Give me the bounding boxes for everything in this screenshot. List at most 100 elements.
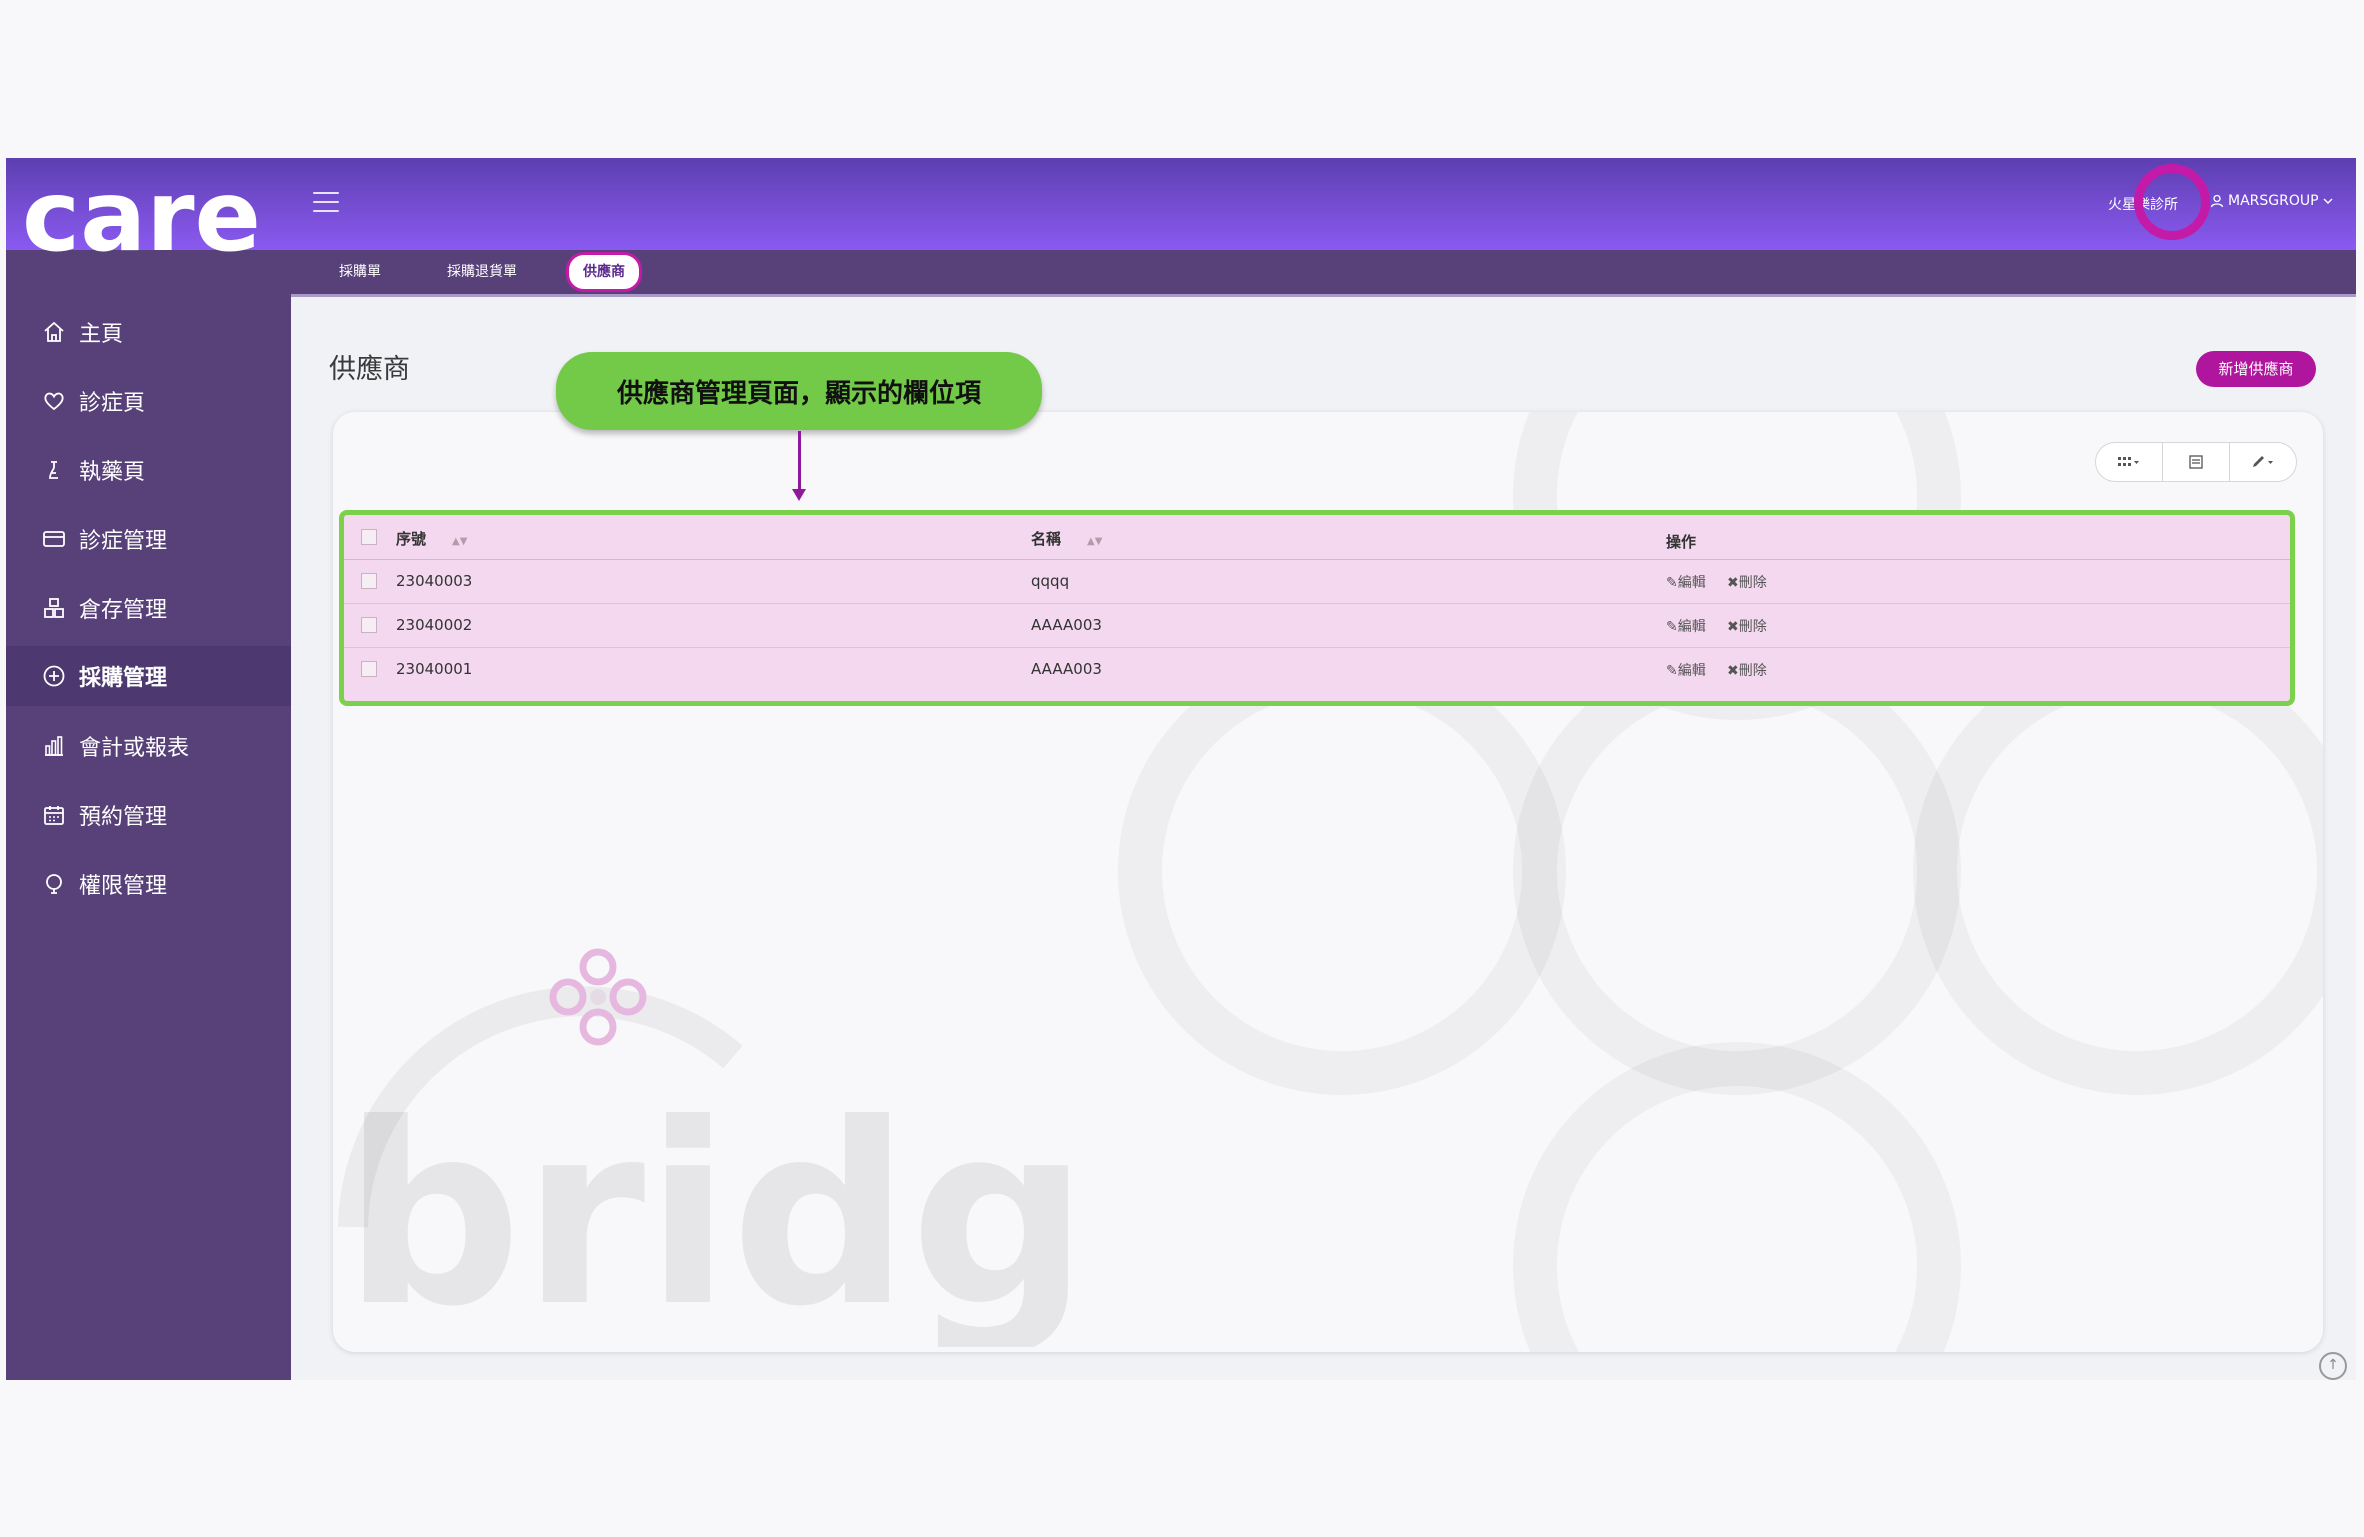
highlight-ring [2134,164,2210,240]
export-button[interactable] [2163,443,2230,481]
inventory-icon [41,595,67,621]
sidebar-item-label: 診症頁 [79,391,146,416]
heart-icon [41,388,67,414]
delete-button[interactable]: ✖刪除 [1727,616,1767,636]
permission-icon [41,871,67,897]
sidebar-item-label: 倉存管理 [79,598,168,623]
cell-id: 23040003 [396,572,473,590]
sub-tab-bar: 採購單 採購退貨單 供應商 [291,250,2356,297]
home-icon [41,319,67,345]
decorative-circle [1913,647,2323,1095]
card-icon [41,526,67,552]
sidebar-item-diagnosis-management[interactable]: 診症管理 [6,509,291,569]
sidebar-item-label: 預約管理 [79,805,168,830]
cell-name: AAAA003 [1031,616,1102,634]
supplier-table: 序號 ▲▼ 名稱 ▲▼ 操作 23040003 qqqq ✎編輯 ✖刪除 23040… [339,510,2295,706]
plus-circle-icon [41,663,67,689]
sidebar-item-label: 主頁 [79,322,124,347]
row-checkbox[interactable] [361,661,377,677]
sidebar-item-accounting-reports[interactable]: 會計或報表 [6,716,291,776]
cell-id: 23040002 [396,616,473,634]
chevron-down-icon [2323,198,2333,204]
sort-icon: ▲▼ [452,536,468,547]
bridge-watermark: bridge [338,948,1093,1347]
sidebar-item-diagnosis[interactable]: 診症頁 [6,371,291,431]
user-name: MARSGROUP [2228,193,2319,209]
column-toggle-button[interactable] [2096,443,2163,481]
user-icon [2210,194,2224,208]
table-row: 23040002 AAAA003 ✎編輯 ✖刪除 [344,603,2290,648]
table-row: 23040003 qqqq ✎編輯 ✖刪除 [344,559,2290,604]
sort-icon: ▲▼ [1087,536,1103,547]
sidebar-item-appointments[interactable]: 預約管理 [6,785,291,845]
page-title: 供應商 [329,354,410,385]
sidebar-item-label: 權限管理 [79,874,168,899]
cell-id: 23040001 [396,660,473,678]
app-window: 火星樂診所 MARSGROUP care 主頁 診症頁 執藥頁 診症管理 倉存管… [6,158,2356,1380]
delete-button[interactable]: ✖刪除 [1727,660,1767,680]
cell-name: qqqq [1031,572,1070,590]
sidebar-item-label: 診症管理 [79,529,168,554]
calendar-icon [41,802,67,828]
top-header: 火星樂診所 MARSGROUP [6,158,2356,250]
edit-mode-button[interactable] [2230,443,2296,481]
table-toolbar [2095,442,2297,482]
column-header-label: 名稱 [1031,530,1062,548]
column-header-label: 序號 [396,530,427,548]
column-header-actions: 操作 [1666,533,1697,551]
scroll-to-top-button[interactable]: ↑ [2319,1352,2347,1380]
hamburger-menu-icon[interactable] [313,192,339,212]
table-row: 23040001 AAAA003 ✎編輯 ✖刪除 [344,647,2290,691]
delete-button[interactable]: ✖刪除 [1727,572,1767,592]
column-header-id[interactable]: 序號 ▲▼ [396,528,467,549]
edit-label: 編輯 [1677,619,1706,635]
select-all-checkbox[interactable] [361,529,377,545]
delete-label: 刪除 [1738,619,1767,635]
decorative-circle [1118,647,1566,1095]
sidebar-item-label: 採購管理 [79,666,168,691]
tab-purchase-order[interactable]: 採購單 [333,256,387,288]
sidebar-item-purchase-management[interactable]: 採購管理 [6,646,291,706]
sidebar-item-pharmacy[interactable]: 執藥頁 [6,440,291,500]
grid-icon [2118,457,2139,466]
tab-supplier[interactable]: 供應商 [566,252,642,292]
decorative-circle [1513,1042,1961,1352]
delete-label: 刪除 [1738,663,1767,679]
row-checkbox[interactable] [361,573,377,589]
decorative-circle [1513,647,1961,1095]
bar-chart-icon [41,733,67,759]
edit-button[interactable]: ✎編輯 [1666,660,1706,680]
edit-label: 編輯 [1677,575,1706,591]
close-icon: ✖ [1727,575,1739,591]
annotation-callout: 供應商管理頁面，顯示的欄位項 [556,352,1042,430]
edit-icon: ✎ [1666,663,1678,679]
cell-name: AAAA003 [1031,660,1102,678]
sidebar-item-label: 執藥頁 [79,460,146,485]
pencil-icon [2253,456,2273,467]
sidebar-item-home[interactable]: 主頁 [6,302,291,362]
tab-purchase-return[interactable]: 採購退貨單 [441,256,523,288]
add-supplier-button[interactable]: 新增供應商 [2196,351,2316,387]
logo-text: care [22,168,261,264]
annotation-arrow-head [792,489,806,501]
edit-icon: ✎ [1666,575,1678,591]
table-header: 序號 ▲▼ 名稱 ▲▼ 操作 [344,515,2290,560]
sidebar: 主頁 診症頁 執藥頁 診症管理 倉存管理 採購管理 會計或報表 預約管理 權限管… [6,250,291,1380]
main-content: 供應商 新增供應商 供應商管理頁面，顯示的欄位項 bridge [291,297,2356,1380]
delete-label: 刪除 [1738,575,1767,591]
edit-label: 編輯 [1677,663,1706,679]
column-header-name[interactable]: 名稱 ▲▼ [1031,528,1102,549]
edit-button[interactable]: ✎編輯 [1666,572,1706,592]
supplier-table-card: bridge [333,412,2323,1352]
annotation-arrow [798,431,801,495]
sidebar-item-label: 會計或報表 [79,736,190,761]
user-menu[interactable]: MARSGROUP [2210,193,2333,209]
pharmacy-icon [41,457,67,483]
row-checkbox[interactable] [361,617,377,633]
edit-button[interactable]: ✎編輯 [1666,616,1706,636]
sidebar-item-inventory[interactable]: 倉存管理 [6,578,291,638]
sidebar-item-permissions[interactable]: 權限管理 [6,854,291,914]
document-icon [2189,455,2203,469]
edit-icon: ✎ [1666,619,1678,635]
arrow-up-icon: ↑ [2327,1357,2339,1373]
